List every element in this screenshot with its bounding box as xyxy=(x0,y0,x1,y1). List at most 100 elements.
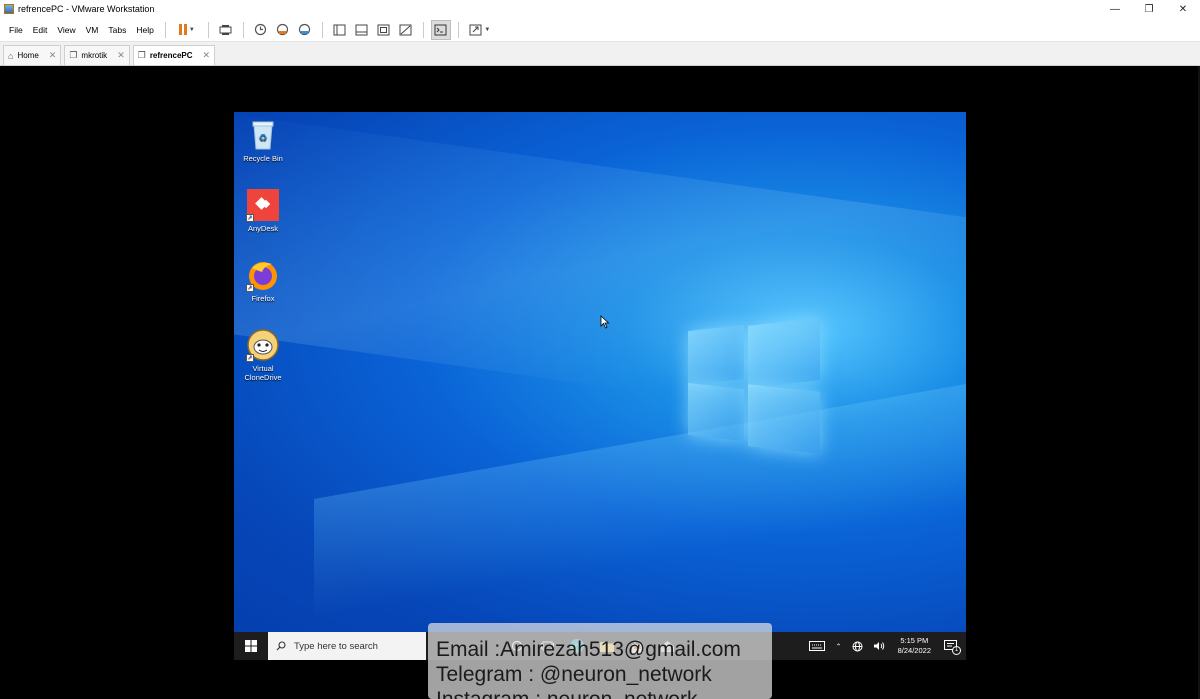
windows-logo-wallpaper xyxy=(688,318,822,454)
minimize-button[interactable]: — xyxy=(1098,0,1132,18)
menu-tabs[interactable]: Tabs xyxy=(103,18,131,42)
tab-label: Home xyxy=(17,51,39,60)
console-view-button[interactable] xyxy=(430,19,451,40)
menu-edit[interactable]: Edit xyxy=(28,18,53,42)
tab-mkrotik[interactable]: ❐ mkrotik ✕ xyxy=(64,45,130,65)
stretch-icon xyxy=(469,24,482,35)
chevron-down-icon: ▼ xyxy=(484,26,491,33)
thumbnail-bar-icon xyxy=(355,24,368,35)
terminal-icon xyxy=(434,24,447,35)
stretch-guest-button[interactable]: ▼ xyxy=(466,20,494,40)
unity-button[interactable] xyxy=(396,20,416,40)
notification-badge: 1 xyxy=(952,646,961,655)
pause-button[interactable]: ▼ xyxy=(173,20,201,40)
close-icon[interactable]: ✕ xyxy=(117,50,125,61)
clock-icon xyxy=(255,23,267,36)
toolbar-separator xyxy=(242,21,244,38)
send-ctrl-alt-del-button[interactable] xyxy=(216,20,236,40)
windows-start-icon xyxy=(245,640,257,652)
close-button[interactable]: ✕ xyxy=(1166,0,1200,18)
show-library-button[interactable] xyxy=(330,20,350,40)
close-icon[interactable]: ✕ xyxy=(203,50,211,61)
taskbar-search-input[interactable]: Type here to search xyxy=(268,632,426,660)
clock-date: 8/24/2022 xyxy=(897,646,931,655)
shortcut-arrow-icon: ↗ xyxy=(246,284,254,292)
tab-home[interactable]: ⌂ Home ✕ xyxy=(3,45,62,65)
keyboard-icon xyxy=(809,641,826,651)
firefox-icon: ↗ xyxy=(246,258,280,292)
pause-icon xyxy=(178,24,187,35)
anydesk-icon: ↗ xyxy=(246,188,280,222)
mouse-cursor-icon xyxy=(600,315,610,331)
unity-icon xyxy=(399,24,412,35)
tab-label: refrencePC xyxy=(149,51,193,60)
vm-icon: ❐ xyxy=(69,50,78,60)
full-screen-button[interactable] xyxy=(374,20,394,40)
speaker-icon xyxy=(873,642,884,650)
taskbar-clock[interactable]: 5:15 PM 8/24/2022 xyxy=(898,636,931,656)
toolbar-separator xyxy=(422,21,424,38)
chevron-up-icon: ⌃ xyxy=(835,641,842,651)
action-center-button[interactable]: 1 xyxy=(944,640,961,655)
title-bar: refrencePC - VMware Workstation — ❐ ✕ xyxy=(0,0,1200,18)
desktop-icon-recycle-bin[interactable]: ♻ Recycle Bin xyxy=(238,118,288,163)
show-hidden-icons-button[interactable]: ⌃ xyxy=(835,642,841,651)
restore-button[interactable]: ❐ xyxy=(1132,0,1166,18)
tab-refrencepc[interactable]: ❐ refrencePC ✕ xyxy=(132,45,216,65)
keyboard-tray-button[interactable] xyxy=(809,641,826,651)
menu-view[interactable]: View xyxy=(52,18,80,42)
menu-file[interactable]: File xyxy=(4,18,28,42)
volume-tray-button[interactable] xyxy=(873,641,885,651)
toolbar-separator xyxy=(457,21,459,38)
watermark-telegram: Telegram : @neuron_network xyxy=(436,663,712,686)
toolbar-separator xyxy=(164,21,166,38)
search-placeholder: Type here to search xyxy=(294,640,378,652)
vmware-app-icon xyxy=(4,4,14,14)
network-tray-button[interactable] xyxy=(852,641,863,652)
snapshot-manager-icon xyxy=(299,23,311,36)
window-controls: — ❐ ✕ xyxy=(1098,0,1200,18)
search-icon xyxy=(276,641,286,651)
revert-icon xyxy=(277,23,289,36)
menu-help[interactable]: Help xyxy=(131,18,158,42)
vm-icon: ❐ xyxy=(137,50,146,60)
guest-desktop[interactable]: ♻ Recycle Bin ↗ AnyDesk ↗ Firefox ↗ Virt… xyxy=(234,112,966,632)
menu-toolbar: File Edit View VM Tabs Help ▼ ▼ xyxy=(0,18,1200,42)
toolbar-separator xyxy=(207,21,209,38)
keyboard-icon xyxy=(219,24,232,35)
desktop-icon-label: Recycle Bin xyxy=(243,154,283,163)
sidebar-icon xyxy=(333,24,346,35)
toolbar-separator xyxy=(321,21,323,38)
watermark-email: Email :Amirezah513@gmail.com xyxy=(436,638,741,661)
close-icon[interactable]: ✕ xyxy=(49,50,57,61)
home-icon: ⌂ xyxy=(8,50,14,61)
shortcut-arrow-icon: ↗ xyxy=(246,354,254,362)
snapshot-button[interactable] xyxy=(251,20,271,40)
clock-time: 5:15 PM xyxy=(900,636,929,645)
recycle-bin-icon: ♻ xyxy=(246,118,280,152)
window-title: refrencePC - VMware Workstation xyxy=(18,4,155,14)
clonedrive-icon: ↗ xyxy=(246,328,280,362)
wallpaper-light-beam xyxy=(314,364,966,620)
desktop-icon-label: Firefox xyxy=(251,294,275,303)
desktop-icon-anydesk[interactable]: ↗ AnyDesk xyxy=(238,188,288,233)
shortcut-arrow-icon: ↗ xyxy=(246,214,254,222)
snapshot-manager-button[interactable] xyxy=(295,20,315,40)
revert-snapshot-button[interactable] xyxy=(273,20,293,40)
svg-text:♻: ♻ xyxy=(259,133,268,144)
vm-tab-bar: ⌂ Home ✕ ❐ mkrotik ✕ ❐ refrencePC ✕ xyxy=(0,42,1200,66)
desktop-icon-label: AnyDesk xyxy=(247,224,278,233)
desktop-icon-label: Virtual CloneDrive xyxy=(244,364,282,382)
contact-watermark-overlay: Email :Amirezah513@gmail.com Telegram : … xyxy=(428,623,772,699)
desktop-icon-firefox[interactable]: ↗ Firefox xyxy=(238,258,288,303)
system-tray: ⌃ 5:15 PM 8/24/2022 1 xyxy=(804,632,962,660)
watermark-instagram: Instagram : neuron_network xyxy=(436,687,772,699)
start-button[interactable] xyxy=(234,632,268,660)
chevron-down-icon: ▼ xyxy=(188,26,195,33)
menu-vm[interactable]: VM xyxy=(81,18,104,42)
desktop-icon-virtual-clonedrive[interactable]: ↗ Virtual CloneDrive xyxy=(238,328,288,382)
tab-label: mkrotik xyxy=(81,51,108,60)
full-screen-icon xyxy=(377,24,390,35)
globe-icon xyxy=(852,641,863,651)
show-thumbnail-button[interactable] xyxy=(352,20,372,40)
